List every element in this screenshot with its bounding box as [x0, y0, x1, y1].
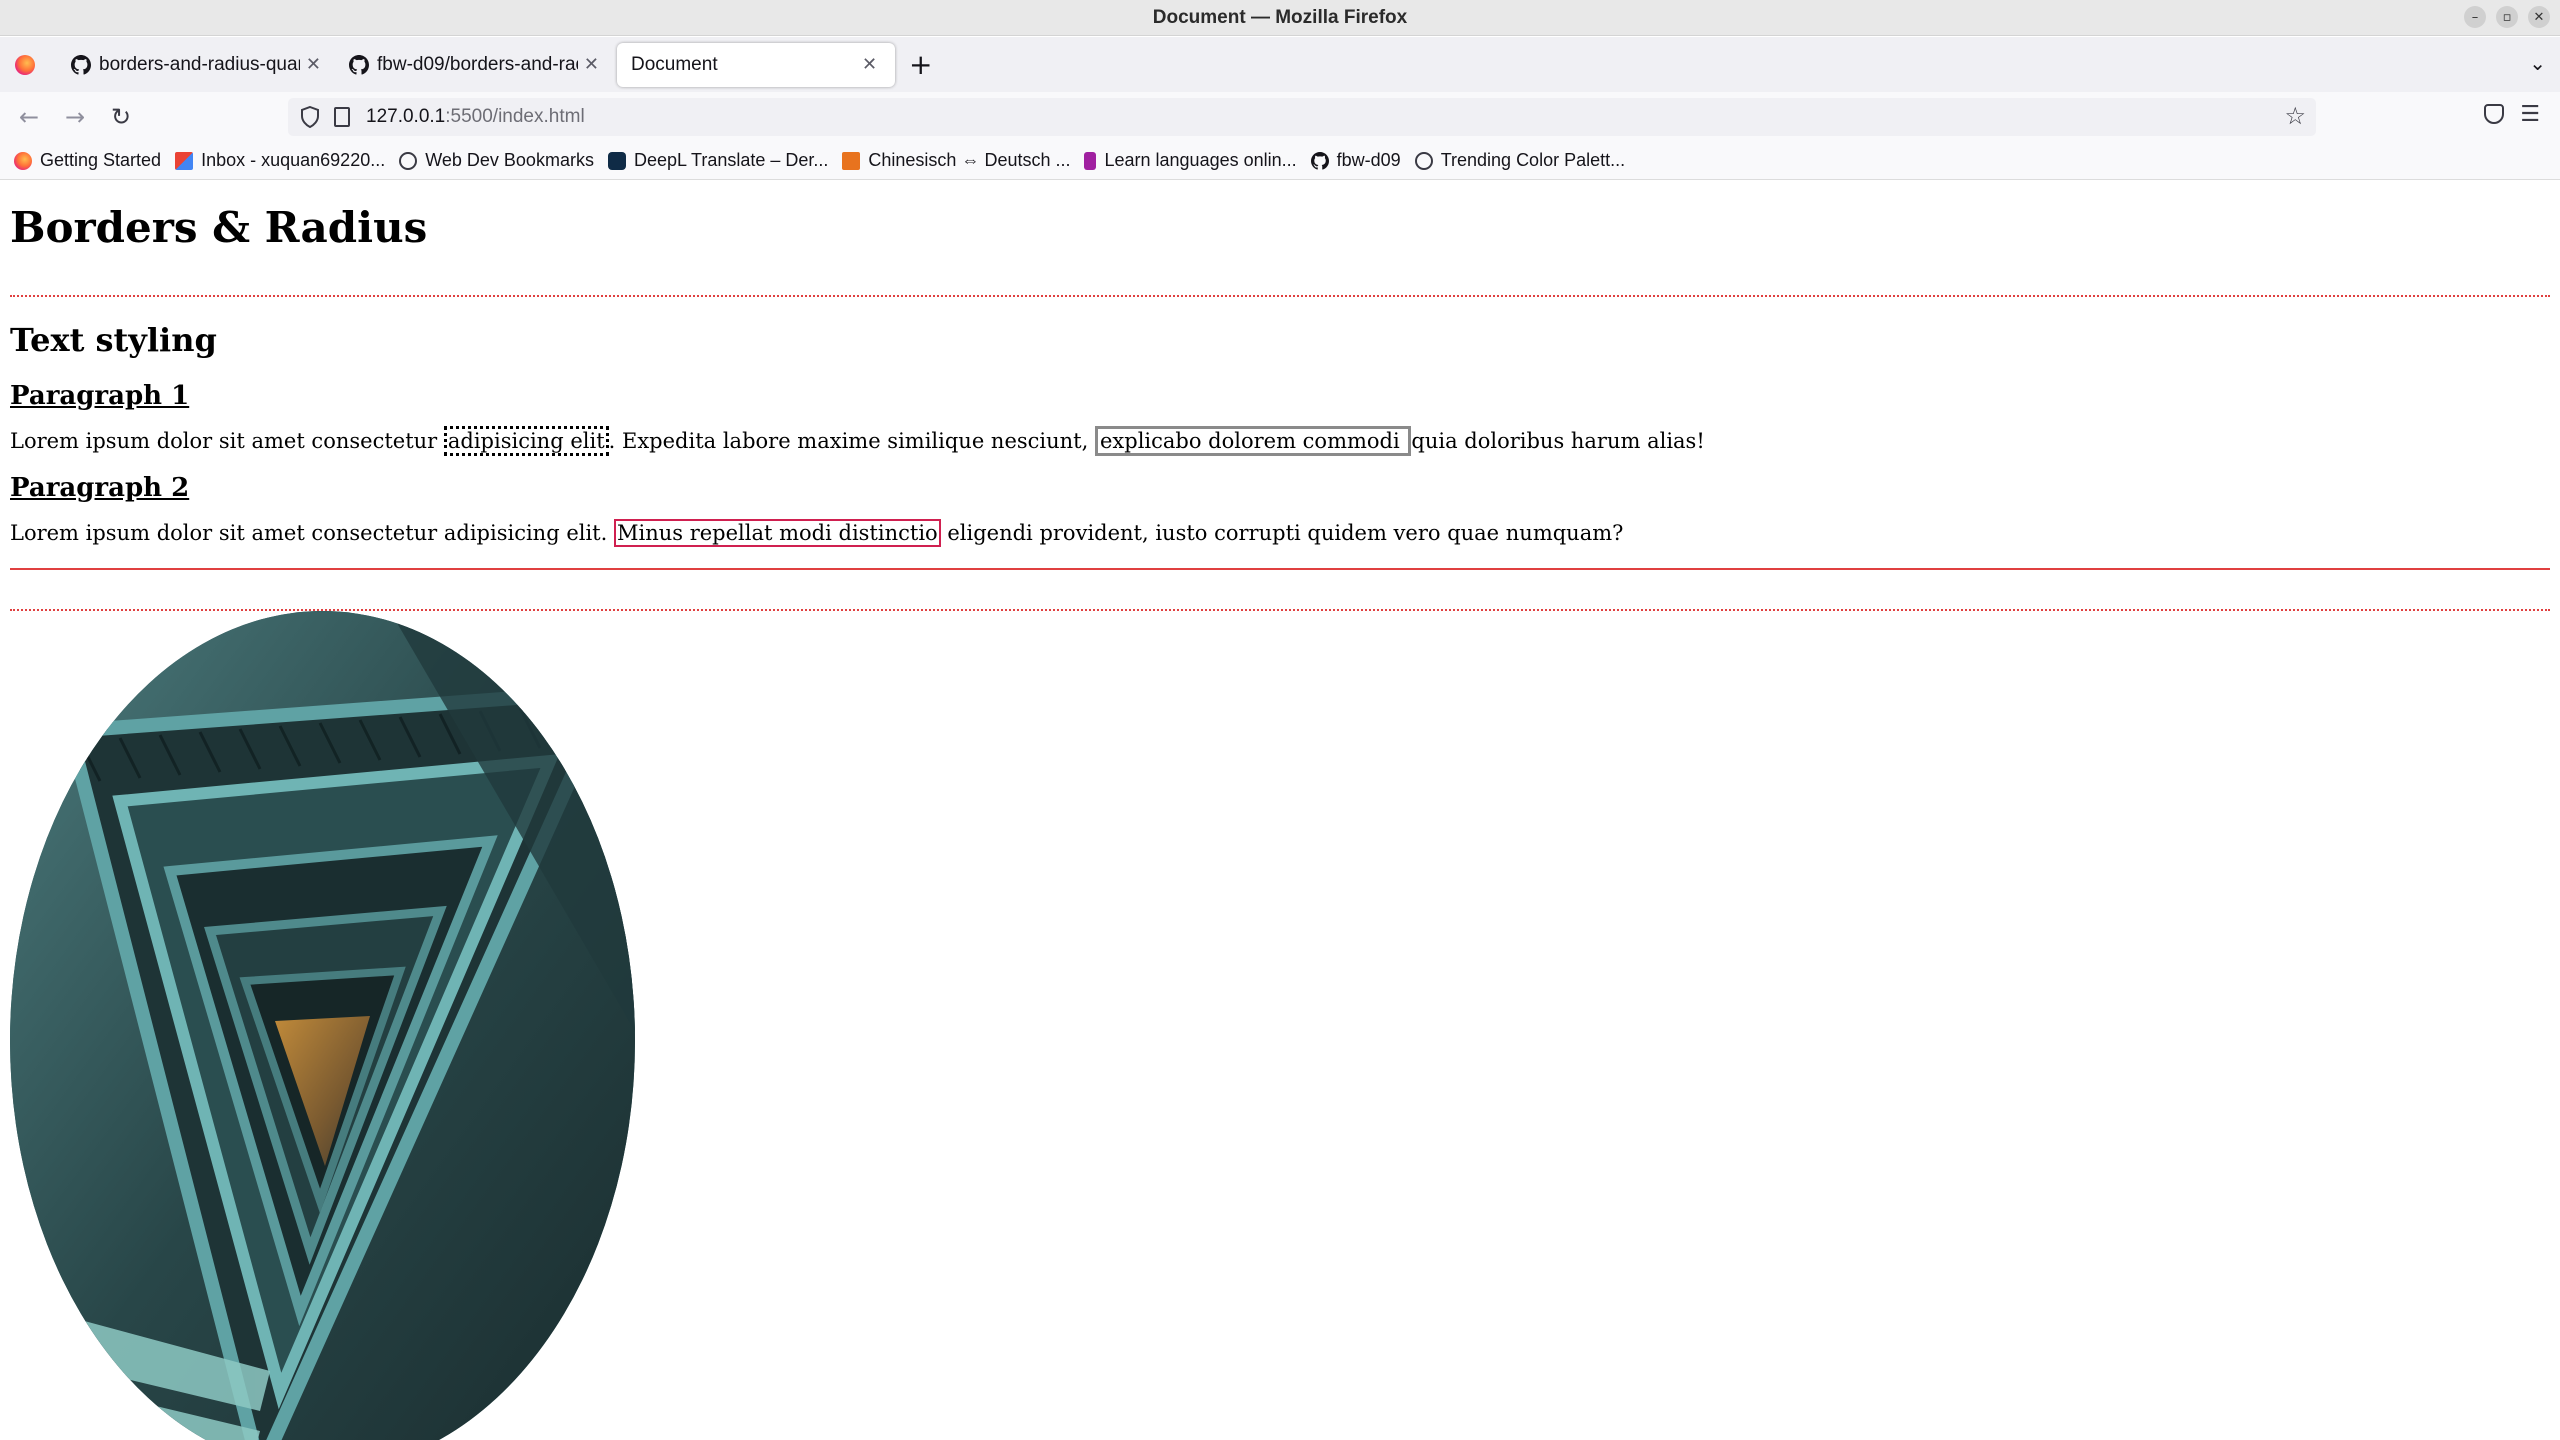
bookmark-label: Learn languages onlin...: [1104, 150, 1297, 170]
forward-button[interactable]: →: [52, 103, 98, 131]
github-icon: [71, 54, 91, 75]
bookmark-chinesisch[interactable]: Chinesisch ⇔ Deutsch ...: [842, 150, 1070, 171]
paragraph-1: Lorem ipsum dolor sit amet consectetur a…: [10, 426, 1705, 456]
close-window-button[interactable]: ✕: [2528, 6, 2550, 28]
url-text[interactable]: 127.0.0.1:5500/index.html: [366, 106, 585, 128]
close-tab-icon[interactable]: ✕: [584, 54, 599, 75]
bookmark-label: Inbox - xuquan69220...: [201, 150, 386, 170]
p2-red-highlight: Minus repellat modi distinctio: [613, 519, 941, 547]
github-icon: [349, 54, 369, 75]
navigation-toolbar: ← → ↻ 127.0.0.1:5500/index.html ☆ ☰: [0, 92, 2560, 142]
paragraph-1-title: Paragraph 1: [10, 381, 190, 411]
lang-icon: [1084, 151, 1097, 170]
close-tab-icon[interactable]: ✕: [306, 54, 321, 75]
deepl-icon: [607, 151, 626, 170]
list-all-tabs-chevron-icon[interactable]: ⌄: [2529, 51, 2546, 75]
url-bar[interactable]: 127.0.0.1:5500/index.html ☆: [288, 98, 2316, 136]
stairwell-oval-image: [10, 611, 635, 1440]
bookmark-label: fbw-d09: [1336, 150, 1401, 170]
url-host: 127.0.0.1: [366, 106, 446, 127]
github-icon: [1310, 151, 1329, 170]
dotted-divider: [10, 609, 2550, 611]
solid-divider: [10, 568, 2550, 570]
stairwell-illustration: [10, 611, 635, 1440]
close-tab-icon[interactable]: ✕: [862, 54, 877, 75]
dict-icon: [842, 151, 861, 170]
dotted-divider: [10, 295, 2550, 297]
new-tab-button[interactable]: +: [909, 48, 932, 81]
maximize-button[interactable]: ▫: [2496, 6, 2518, 28]
p1-text-b: . Expedita labore maxime similique nesci…: [608, 429, 1095, 453]
reload-button[interactable]: ↻: [98, 103, 144, 131]
back-button[interactable]: ←: [6, 103, 52, 131]
p2-text-b: eligendi provident, iusto corrupti quide…: [940, 521, 1624, 545]
bookmark-star-icon[interactable]: ☆: [2284, 102, 2306, 130]
gmail-icon: [175, 151, 194, 170]
window-controls: – ▫ ✕: [2464, 6, 2550, 28]
pocket-icon[interactable]: [2484, 104, 2504, 124]
p1-dotted-highlight: adipisicing elit: [443, 426, 609, 456]
page-content: Borders & Radius Text styling Paragraph …: [0, 181, 2560, 1440]
bookmark-inbox[interactable]: Inbox - xuquan69220...: [175, 150, 385, 171]
menu-hamburger-icon[interactable]: ☰: [2520, 102, 2540, 127]
p1-gray-highlight: explicabo dolorem commodi: [1094, 426, 1412, 456]
tab-borders-and-radius[interactable]: borders-and-radius-quan ✕: [57, 43, 335, 87]
bookmark-fbw-d09[interactable]: fbw-d09: [1310, 150, 1401, 171]
paragraph-2-title: Paragraph 2: [10, 473, 190, 503]
bookmark-trending-color[interactable]: Trending Color Palett...: [1414, 150, 1626, 171]
bookmark-label: Trending Color Palett...: [1440, 150, 1626, 170]
window-title: Document — Mozilla Firefox: [1152, 6, 1408, 28]
window-titlebar: Document — Mozilla Firefox – ▫ ✕: [0, 0, 2560, 36]
paragraph-2: Lorem ipsum dolor sit amet consectetur a…: [10, 519, 1624, 547]
bookmarks-toolbar: Getting Started Inbox - xuquan69220... W…: [0, 142, 2560, 180]
p2-text-a: Lorem ipsum dolor sit amet consectetur a…: [10, 521, 614, 545]
globe-icon: [399, 151, 418, 170]
bookmark-label: Web Dev Bookmarks: [425, 150, 594, 170]
tab-label: Document: [631, 53, 718, 75]
firefox-view-icon[interactable]: [15, 54, 35, 75]
section-title: Text styling: [10, 321, 217, 359]
page-info-icon[interactable]: [334, 107, 350, 127]
firefox-icon: [14, 151, 32, 170]
shield-icon[interactable]: [300, 106, 320, 128]
tab-label: borders-and-radius-quan: [99, 53, 300, 75]
globe-icon: [1414, 151, 1433, 170]
bookmark-learn-languages[interactable]: Learn languages onlin...: [1084, 150, 1297, 171]
tab-label: fbw-d09/borders-and-rad: [377, 53, 578, 75]
bookmark-label: DeepL Translate – Der...: [633, 150, 829, 170]
tab-bar: borders-and-radius-quan ✕ fbw-d09/border…: [0, 37, 2560, 92]
bookmark-deepl[interactable]: DeepL Translate – Der...: [607, 150, 829, 171]
tab-fbw-d09[interactable]: fbw-d09/borders-and-rad ✕: [335, 43, 613, 87]
bookmark-label: Chinesisch ⇔ Deutsch ...: [868, 150, 1071, 170]
url-path: :5500/index.html: [445, 106, 585, 127]
p1-text-c: quia doloribus harum alias!: [1411, 429, 1705, 453]
bookmark-getting-started[interactable]: Getting Started: [14, 150, 161, 171]
bookmark-web-dev[interactable]: Web Dev Bookmarks: [399, 150, 594, 171]
bookmark-label: Getting Started: [40, 150, 162, 170]
page-heading: Borders & Radius: [10, 203, 428, 252]
p1-text-a: Lorem ipsum dolor sit amet consectetur: [10, 429, 444, 453]
minimize-button[interactable]: –: [2464, 6, 2486, 28]
tab-document[interactable]: Document ✕: [617, 42, 895, 87]
